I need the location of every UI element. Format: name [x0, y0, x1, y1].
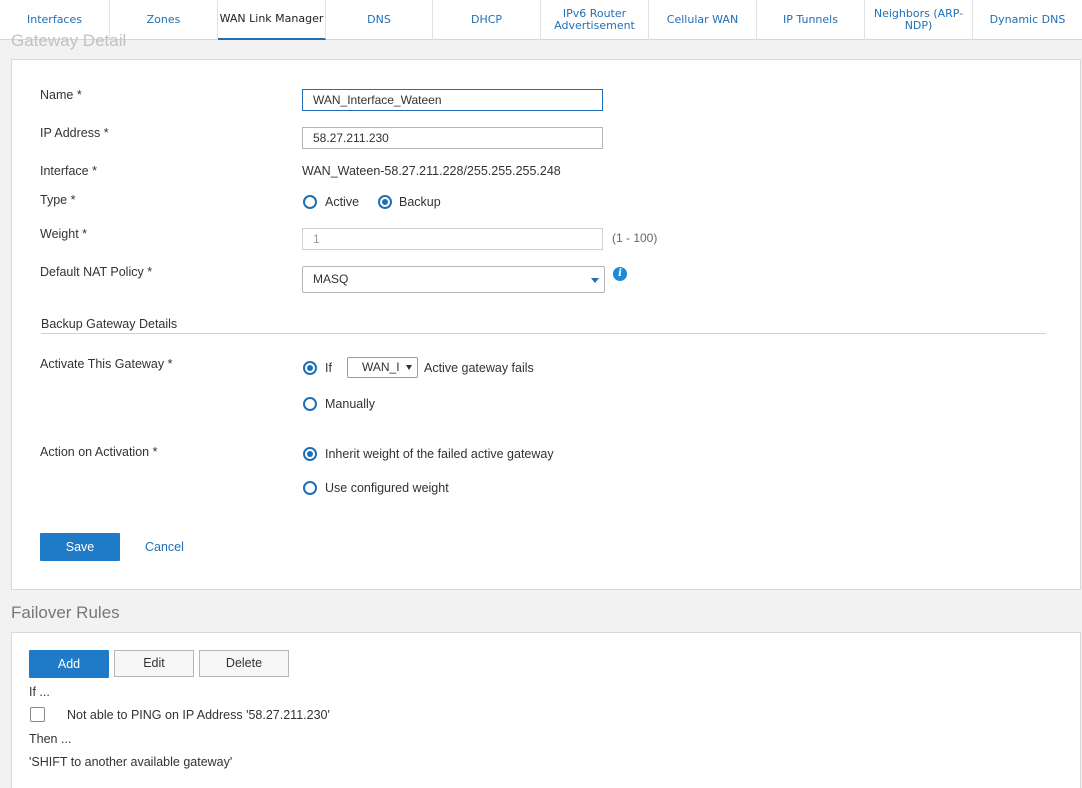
weight-hint: (1 - 100)	[612, 231, 658, 245]
action-configured-label: Use configured weight	[325, 481, 449, 495]
rule-condition: Not able to PING on IP Address '58.27.21…	[67, 708, 330, 722]
rule-target: IP Address '58.27.211.230'	[182, 708, 330, 722]
backup-gateway-heading: Backup Gateway Details	[41, 317, 178, 331]
then-action: 'SHIFT to another available gateway'	[29, 755, 233, 769]
tab-ipv6-router-advertisement[interactable]: IPv6 Router Advertisement	[541, 0, 649, 40]
weight-input[interactable]: 1	[302, 228, 603, 250]
rule-checkbox[interactable]	[30, 707, 45, 722]
activate-if-label: If	[325, 361, 332, 375]
edit-button[interactable]: Edit	[114, 650, 194, 677]
nat-policy-label: Default NAT Policy *	[40, 265, 153, 279]
activate-manually-radio[interactable]	[303, 397, 317, 411]
then-label: Then ...	[29, 732, 72, 746]
delete-button[interactable]: Delete	[199, 650, 289, 677]
gateway-detail-panel: Name * WAN_Interface_Wateen IP Address *…	[11, 59, 1081, 590]
type-active-label: Active	[325, 195, 360, 209]
action-inherit-radio[interactable]	[303, 447, 317, 461]
activate-gateway-select[interactable]: WAN_I	[347, 357, 418, 378]
nat-policy-value: MASQ	[313, 272, 349, 286]
activate-gateway-select-value: WAN_I	[362, 360, 400, 374]
interface-label: Interface *	[40, 164, 97, 178]
activate-manually-label: Manually	[325, 397, 376, 411]
tab-cellular-wan[interactable]: Cellular WAN	[649, 0, 757, 40]
activate-gateway-label: Activate This Gateway *	[40, 357, 173, 371]
failover-rules-title: Failover Rules	[11, 603, 120, 622]
tab-wan-link-manager[interactable]: WAN Link Manager	[218, 0, 326, 40]
ip-address-input[interactable]: 58.27.211.230	[302, 127, 603, 149]
tab-dynamic-dns[interactable]: Dynamic DNS	[973, 0, 1082, 40]
name-label: Name *	[40, 88, 82, 102]
info-icon[interactable]: i	[613, 267, 627, 281]
tab-bar: Interfaces Zones WAN Link Manager DNS DH…	[0, 0, 1082, 40]
type-backup-label: Backup	[399, 195, 441, 209]
ip-address-label: IP Address *	[40, 126, 109, 140]
action-activation-label: Action on Activation *	[40, 445, 158, 459]
rule-prefix: Not able to	[67, 708, 128, 722]
name-input[interactable]: WAN_Interface_Wateen	[302, 89, 603, 111]
save-button[interactable]: Save	[40, 533, 120, 561]
tab-dns[interactable]: DNS	[326, 0, 433, 40]
rule-mid: on	[165, 708, 179, 722]
type-label: Type *	[40, 193, 76, 207]
activate-if-suffix: Active gateway fails	[424, 361, 534, 375]
tab-dhcp[interactable]: DHCP	[433, 0, 541, 40]
type-active-radio[interactable]	[303, 195, 317, 209]
type-backup-radio[interactable]	[378, 195, 392, 209]
chevron-down-icon	[406, 365, 412, 370]
tab-neighbors[interactable]: Neighbors (ARP-NDP)	[865, 0, 973, 40]
failover-rules-panel: Add Edit Delete If ... Not able to PING …	[11, 632, 1081, 788]
action-configured-radio[interactable]	[303, 481, 317, 495]
cancel-link[interactable]: Cancel	[145, 540, 184, 554]
add-button[interactable]: Add	[29, 650, 109, 678]
section-title-gateway-detail: Gateway Detail	[11, 31, 127, 50]
activate-if-radio[interactable]	[303, 361, 317, 375]
interface-value: WAN_Wateen-58.27.211.228/255.255.255.248	[302, 164, 561, 178]
action-inherit-label: Inherit weight of the failed active gate…	[325, 447, 554, 461]
divider	[41, 333, 1046, 334]
rule-protocol: PING	[130, 708, 162, 722]
chevron-down-icon	[591, 278, 599, 283]
weight-label: Weight *	[40, 227, 88, 241]
nat-policy-select[interactable]: MASQ	[302, 266, 605, 293]
tab-ip-tunnels[interactable]: IP Tunnels	[757, 0, 865, 40]
if-label: If ...	[29, 685, 50, 699]
